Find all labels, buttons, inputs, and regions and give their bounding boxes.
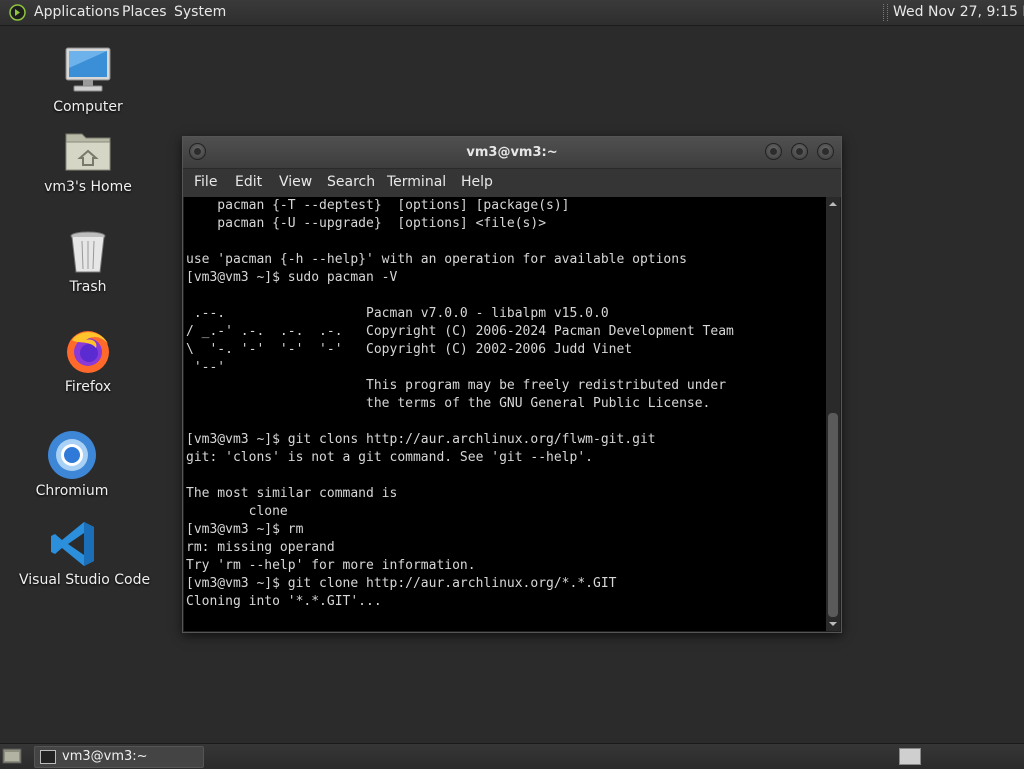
bottom-panel: vm3@vm3:~ bbox=[0, 743, 1024, 769]
maximize-button[interactable] bbox=[791, 143, 808, 160]
menu-search[interactable]: Search bbox=[327, 169, 375, 195]
vertical-scrollbar[interactable] bbox=[826, 197, 840, 631]
terminal-output[interactable]: pacman {-T --deptest} [options] [package… bbox=[184, 197, 826, 631]
chromium-icon bbox=[48, 431, 96, 479]
menu-terminal[interactable]: Terminal bbox=[387, 169, 446, 195]
desktop-icon-home[interactable]: vm3's Home bbox=[33, 126, 143, 195]
computer-icon bbox=[65, 47, 111, 92]
trash-icon bbox=[70, 231, 106, 273]
terminal-icon bbox=[40, 750, 56, 764]
scroll-down-arrow-icon[interactable] bbox=[826, 617, 840, 631]
menu-view[interactable]: View bbox=[279, 169, 312, 195]
minimize-button[interactable] bbox=[765, 143, 782, 160]
desktop-icon-label: Trash bbox=[69, 279, 107, 295]
clock[interactable]: Wed Nov 27, 9:15 PM bbox=[893, 0, 1024, 25]
window-title: vm3@vm3:~ bbox=[466, 145, 558, 160]
terminal-text: pacman {-T --deptest} [options] [package… bbox=[186, 198, 734, 609]
menu-help[interactable]: Help bbox=[461, 169, 493, 195]
desktop-icon-label: Chromium bbox=[35, 483, 109, 499]
places-menu[interactable]: Places bbox=[122, 0, 167, 25]
system-menu[interactable]: System bbox=[174, 0, 226, 25]
workspace-switcher[interactable] bbox=[899, 748, 921, 765]
vscode-icon bbox=[51, 522, 94, 566]
menu-file[interactable]: File bbox=[194, 169, 217, 195]
taskbar-label: vm3@vm3:~ bbox=[62, 749, 148, 764]
desktop-icon-trash[interactable]: Trash bbox=[33, 228, 143, 295]
terminal-window[interactable]: vm3@vm3:~ File Edit View Search Terminal… bbox=[182, 136, 842, 633]
applications-menu[interactable]: Applications bbox=[34, 0, 120, 25]
scrollbar-thumb[interactable] bbox=[828, 413, 838, 617]
home-folder-icon bbox=[65, 133, 111, 171]
scroll-up-arrow-icon[interactable] bbox=[826, 197, 840, 211]
distro-logo-icon[interactable] bbox=[9, 4, 26, 21]
desktop-icon-chromium[interactable]: Chromium bbox=[17, 430, 127, 499]
desktop-icon-firefox[interactable]: Firefox bbox=[33, 326, 143, 395]
desktop-icon-computer[interactable]: Computer bbox=[33, 44, 143, 115]
desktop-icon-label: Visual Studio Code bbox=[19, 572, 151, 588]
close-button[interactable] bbox=[817, 143, 834, 160]
show-desktop-icon[interactable] bbox=[2, 747, 22, 765]
terminal-menubar: File Edit View Search Terminal Help bbox=[183, 169, 841, 197]
firefox-icon bbox=[67, 331, 109, 373]
panel-separator bbox=[883, 4, 888, 21]
top-panel: Applications Places System Wed Nov 27, 9… bbox=[0, 0, 1024, 26]
taskbar-terminal-button[interactable]: vm3@vm3:~ bbox=[34, 746, 204, 768]
menu-edit[interactable]: Edit bbox=[235, 169, 262, 195]
desktop-icon-label: Computer bbox=[53, 99, 123, 115]
desktop-icon-vscode[interactable]: Visual Studio Code bbox=[19, 519, 151, 588]
desktop-icon-label: Firefox bbox=[64, 379, 112, 395]
desktop-icon-label: vm3's Home bbox=[44, 179, 132, 195]
window-titlebar[interactable]: vm3@vm3:~ bbox=[183, 137, 841, 169]
